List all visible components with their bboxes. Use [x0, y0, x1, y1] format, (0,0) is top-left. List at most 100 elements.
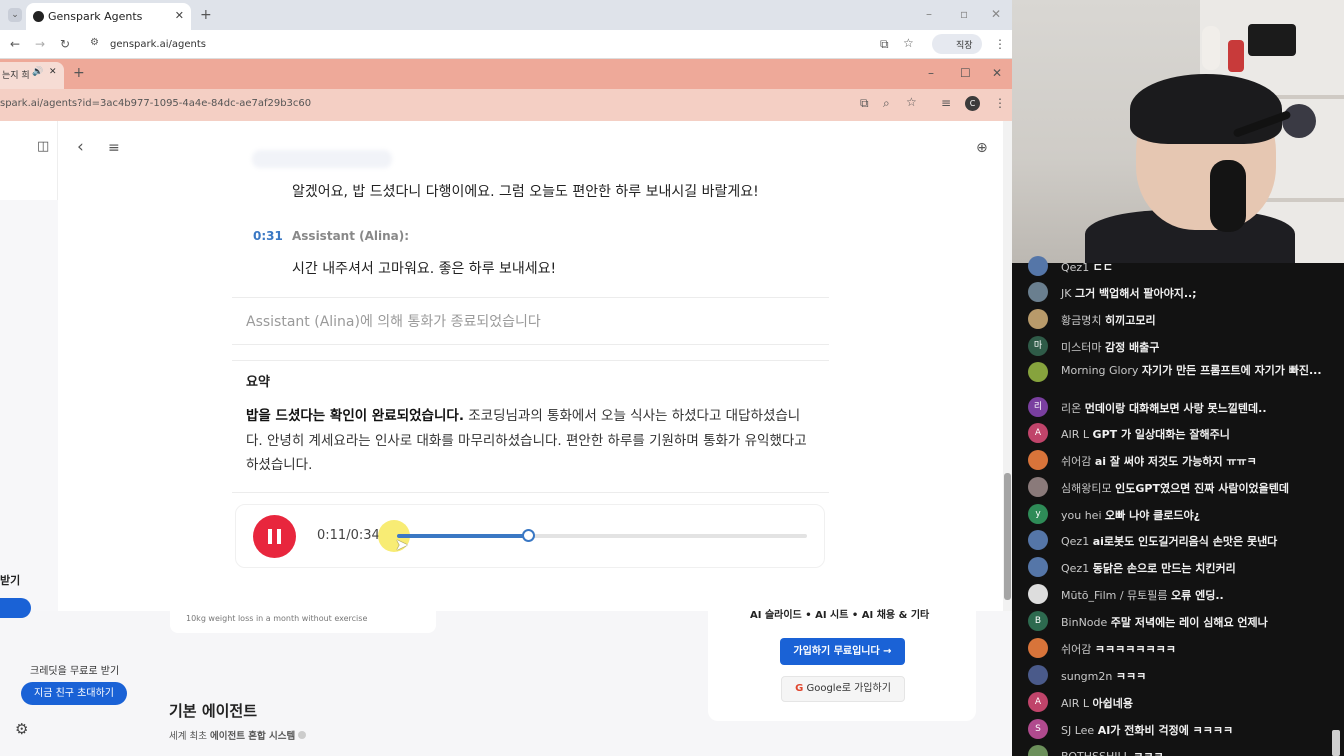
chat-username[interactable]: sungm2n [1061, 670, 1112, 683]
chat-username[interactable]: 황금명치 [1061, 314, 1101, 327]
more-menu-icon[interactable]: ⋮ [994, 38, 1006, 50]
chat-username[interactable]: BOTHSSHILL [1061, 750, 1130, 756]
chat-avatar[interactable] [1028, 282, 1048, 302]
chat-username[interactable]: 심해왕티모 [1061, 482, 1112, 495]
transcript-timestamp[interactable]: 0:31 [253, 229, 283, 243]
chat-avatar[interactable]: A [1028, 423, 1048, 443]
cast-icon[interactable]: ⧉ [880, 38, 889, 50]
chat-username[interactable]: you hei [1061, 509, 1102, 522]
new-tab-icon[interactable]: + [200, 8, 212, 22]
chat-avatar[interactable] [1028, 584, 1048, 604]
menu-icon[interactable]: ≡ [108, 141, 120, 155]
chat-line: 쉬어감 ai 잘 써야 저것도 가능하지 ㅠㅠㅋ [1061, 453, 1257, 469]
front-tab[interactable]: 는지 희 🔊 ✕ [0, 62, 64, 89]
chat-text: 동닭은 손으로 만드는 치킨커리 [1092, 562, 1236, 575]
chat-username[interactable]: 쉬어감 [1061, 643, 1091, 656]
chat-username[interactable]: AIR L [1061, 428, 1089, 441]
front-tab-title: 는지 희 [2, 71, 30, 81]
info-icon[interactable] [298, 731, 307, 739]
restore-icon[interactable]: ▫ [960, 8, 968, 20]
zoom-icon[interactable]: ⌕ [883, 97, 890, 109]
chat-avatar[interactable] [1028, 477, 1048, 497]
chat-avatar[interactable] [1028, 557, 1048, 577]
maximize-icon[interactable]: ☐ [960, 67, 971, 79]
new-tab-icon[interactable]: + [73, 66, 85, 80]
chat-avatar[interactable] [1028, 745, 1048, 756]
chat-username[interactable]: Mūtō_Film / 뮤토필름 [1061, 589, 1168, 602]
install-app-icon[interactable]: ⧉ [860, 97, 869, 109]
chat-scrollbar[interactable] [1332, 730, 1340, 756]
chat-message: A AIR L 아쉽네용 [1028, 692, 1328, 714]
chat-username[interactable]: SJ Lee [1061, 724, 1094, 737]
chat-text: ㄷㄷ [1092, 261, 1113, 274]
youtube-plaque [1248, 24, 1296, 56]
invite-friends-button[interactable]: 지금 친구 초대하기 [21, 682, 127, 705]
settings-gear-icon[interactable]: ⚙ [15, 722, 28, 737]
chat-message: 마 미스터마 감정 배출구 [1028, 336, 1328, 358]
more-menu-icon[interactable]: ⋮ [994, 97, 1006, 109]
back-profile-chip[interactable]: 직장 [932, 34, 982, 54]
chat-avatar[interactable]: B [1028, 611, 1048, 631]
chat-username[interactable]: 리온 [1061, 402, 1081, 415]
minimize-icon[interactable]: – [928, 67, 934, 79]
divider [232, 492, 829, 493]
signup-button[interactable]: 가입하기 무료입니다 → [780, 638, 905, 665]
chat-username[interactable]: Morning Glory [1061, 364, 1138, 377]
globe-icon[interactable]: ⊕ [976, 141, 988, 155]
back-url-field[interactable]: genspark.ai/agents [110, 39, 206, 50]
profile-label: 직장 [956, 41, 973, 51]
transcript-message: 시간 내주셔서 고마워요. 좋은 하루 보내세요! [292, 261, 557, 277]
close-icon[interactable]: ✕ [49, 67, 57, 77]
chat-message: Morning Glory 자기가 만든 프롬프트에 자기가 빠진... [1028, 362, 1328, 384]
chat-text: 히끼고모리 [1104, 314, 1156, 327]
window-close-icon[interactable]: ✕ [992, 67, 1002, 79]
minimize-icon[interactable]: – [926, 8, 932, 20]
google-signup-button[interactable]: G Google로 가입하기 [781, 676, 905, 702]
forward-arrow-icon[interactable]: → [35, 38, 45, 50]
chat-avatar[interactable] [1028, 638, 1048, 658]
bookmark-star-icon[interactable]: ☆ [906, 96, 917, 108]
sidebar-toggle-icon[interactable]: ◫ [37, 140, 49, 153]
window-close-icon[interactable]: ✕ [991, 8, 1001, 20]
chat-username[interactable]: Qez1 [1061, 261, 1089, 274]
bookmark-star-icon[interactable]: ☆ [903, 37, 914, 49]
chat-username[interactable]: JK [1061, 287, 1071, 300]
site-settings-icon[interactable]: ⚙ [90, 38, 99, 48]
chat-avatar[interactable] [1028, 665, 1048, 685]
front-profile-avatar[interactable]: C [965, 96, 980, 111]
audio-icon[interactable]: 🔊 [32, 67, 43, 77]
chat-avatar[interactable]: y [1028, 504, 1048, 524]
chat-username[interactable]: BinNode [1061, 616, 1107, 629]
chat-text: ㅋㅋㅋ [1133, 750, 1163, 756]
scrollbar-thumb[interactable] [1004, 473, 1011, 600]
chat-avatar[interactable]: 마 [1028, 336, 1048, 356]
close-icon[interactable]: ✕ [175, 9, 184, 22]
chat-line: Mūtō_Film / 뮤토필름 오류 엔딩.. [1061, 587, 1224, 603]
chat-avatar[interactable]: S [1028, 719, 1048, 739]
chat-avatar[interactable] [1028, 362, 1048, 382]
side-get-button[interactable] [0, 598, 31, 618]
chat-avatar[interactable] [1028, 450, 1048, 470]
back-chevron-icon[interactable]: ‹ [77, 139, 84, 156]
chat-username[interactable]: 쉬어감 [1061, 455, 1091, 468]
back-arrow-icon[interactable]: ← [10, 38, 20, 50]
back-tab-genspark[interactable]: Genspark Agents ✕ [26, 3, 191, 30]
reload-icon[interactable]: ↻ [60, 38, 70, 50]
chat-avatar[interactable] [1028, 256, 1048, 276]
signup-card [708, 611, 976, 721]
chat-avatar[interactable] [1028, 309, 1048, 329]
chat-username[interactable]: Qez1 [1061, 535, 1089, 548]
tab-search-icon[interactable]: ⌄ [8, 8, 22, 22]
chat-avatar[interactable]: 리 [1028, 397, 1048, 417]
pause-button[interactable] [253, 515, 296, 558]
transcript-message: 알겠어요, 밥 드셨다니 다행이에요. 그럼 오늘도 편안한 하루 보내시길 바… [292, 184, 759, 200]
chat-username[interactable]: 미스터마 [1061, 341, 1101, 354]
streamer-hair [1130, 74, 1282, 144]
chat-username[interactable]: Qez1 [1061, 562, 1089, 575]
chat-username[interactable]: AIR L [1061, 697, 1089, 710]
chat-avatar[interactable] [1028, 530, 1048, 550]
example-card[interactable]: 10kg weight loss in a month without exer… [170, 611, 436, 633]
chat-avatar[interactable]: A [1028, 692, 1048, 712]
reading-list-icon[interactable]: ≡ [941, 97, 951, 109]
front-url-field[interactable]: spark.ai/agents?id=3ac4b977-1095-4a4e-84… [0, 98, 311, 109]
